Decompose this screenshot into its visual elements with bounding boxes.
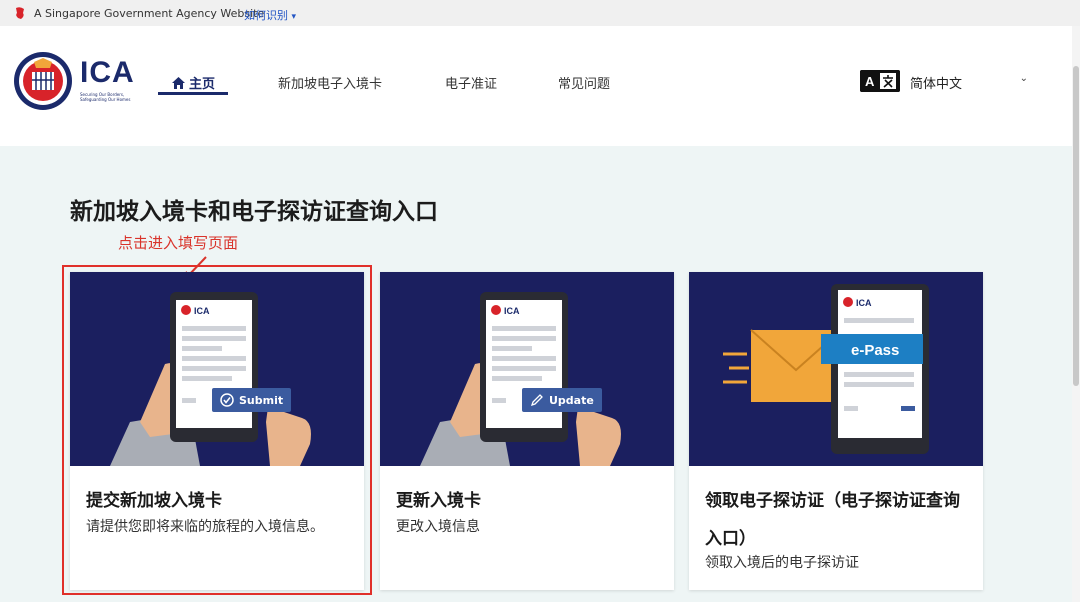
- nav-home-label: 主页: [189, 77, 216, 92]
- card-title: 领取电子探访证（电子探访证查询入口）: [705, 491, 960, 549]
- singapore-lion-icon: [16, 7, 24, 19]
- chevron-down-icon: ⌄: [1019, 73, 1028, 84]
- scrollbar-thumb[interactable]: [1073, 66, 1079, 386]
- language-selected: 简体中文: [910, 77, 963, 92]
- pencil-icon: [530, 394, 543, 407]
- epass-illustration: ICA e-Pass: [689, 272, 983, 466]
- logo-tagline: Securing Our Borders, Safeguarding Our H…: [80, 92, 131, 102]
- nav-faq[interactable]: 常见问题: [558, 73, 610, 92]
- submit-illustration: ICA Submit: [70, 272, 364, 466]
- svg-text:A: A: [865, 74, 875, 89]
- svg-text:ICA: ICA: [504, 306, 520, 316]
- language-select[interactable]: 简体中文 ⌄: [906, 70, 1030, 92]
- identify-link[interactable]: 如何识别 ▾: [244, 7, 296, 23]
- svg-text:ICA: ICA: [856, 298, 872, 308]
- update-illustration: ICA Update: [380, 272, 674, 466]
- nav-home[interactable]: 主页: [172, 73, 215, 92]
- annotation-label: 点击进入填写页面: [118, 234, 239, 252]
- home-icon: [172, 76, 185, 89]
- update-badge: Update: [522, 388, 602, 412]
- site-header: ICA Securing Our Borders, Safeguarding O…: [0, 26, 1080, 146]
- nav-active-indicator: [158, 92, 228, 95]
- svg-text:e-Pass: e-Pass: [851, 342, 899, 359]
- gov-masthead: A Singapore Government Agency Website 如何…: [0, 0, 1080, 26]
- chevron-down-icon: ▾: [291, 12, 297, 22]
- update-badge-label: Update: [549, 393, 594, 407]
- svg-text:ICA: ICA: [194, 306, 210, 316]
- translate-icon: A: [860, 70, 900, 92]
- card-submit-arrival[interactable]: ICA Submit 提交新加坡入境卡 请提供您即将来临的旅程的入境信息。: [70, 272, 364, 590]
- card-epass[interactable]: ICA e-Pass 领取电子探访证（电子探访证查询入口） 领取入境后的电子探访…: [689, 272, 983, 590]
- check-circle-icon: [220, 393, 234, 407]
- submit-badge-label: Submit: [239, 393, 284, 407]
- card-description: 请提供您即将来临的旅程的入境信息。: [86, 519, 324, 535]
- nav-e-pass[interactable]: 电子准证: [445, 73, 497, 92]
- nav-sg-arrival-card[interactable]: 新加坡电子入境卡: [278, 73, 382, 92]
- identify-link-label: 如何识别: [244, 9, 288, 22]
- page-scrollbar[interactable]: [1072, 26, 1080, 602]
- gov-site-label: A Singapore Government Agency Website: [34, 7, 265, 20]
- page-title: 新加坡入境卡和电子探访证查询入口: [70, 199, 438, 225]
- ica-crest-icon[interactable]: [12, 50, 74, 112]
- submit-badge: Submit: [212, 388, 292, 412]
- card-description: 领取入境后的电子探访证: [705, 555, 859, 571]
- card-description: 更改入境信息: [396, 519, 480, 535]
- card-update-arrival[interactable]: ICA Update 更新入境卡 更改入境信息: [380, 272, 674, 590]
- logo-wordmark[interactable]: ICA: [80, 56, 135, 90]
